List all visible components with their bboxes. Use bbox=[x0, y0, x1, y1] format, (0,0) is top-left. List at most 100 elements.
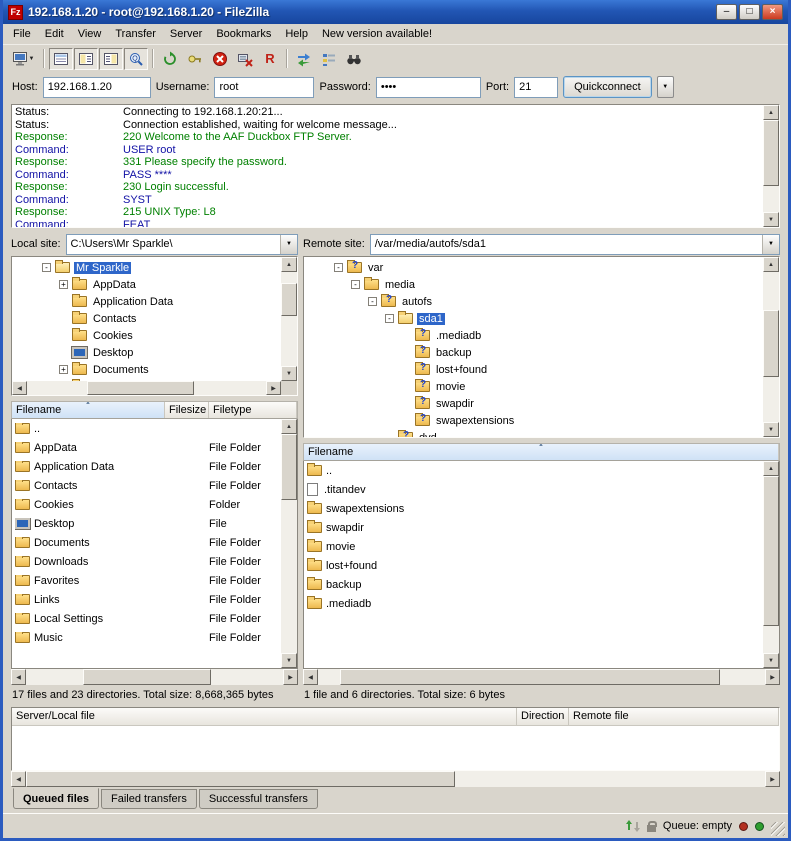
quickconnect-dropdown-button[interactable]: ▼ bbox=[657, 76, 674, 98]
scrollbar-track[interactable] bbox=[763, 272, 779, 422]
tab-successful-transfers[interactable]: Successful transfers bbox=[199, 789, 318, 809]
username-input[interactable] bbox=[214, 77, 314, 98]
menu-server[interactable]: Server bbox=[163, 25, 209, 43]
scrollbar-track[interactable] bbox=[763, 476, 779, 653]
file-row[interactable]: DocumentsFile Folder bbox=[12, 533, 281, 552]
local-list-scrollbar[interactable]: ▲ ▼ bbox=[281, 419, 297, 668]
combo-dropdown-icon[interactable]: ▼ bbox=[762, 235, 779, 254]
remote-tree-item[interactable]: .mediadb bbox=[306, 327, 763, 344]
menu-view[interactable]: View bbox=[71, 25, 109, 43]
combo-dropdown-icon[interactable]: ▼ bbox=[280, 235, 297, 254]
remote-tree-item[interactable]: swapextensions bbox=[306, 412, 763, 429]
resize-grip[interactable] bbox=[771, 822, 785, 836]
scrollbar-thumb[interactable] bbox=[281, 434, 297, 500]
reconnect-button[interactable]: R bbox=[258, 48, 282, 70]
scrollbar-thumb[interactable] bbox=[763, 120, 779, 186]
scrollbar-thumb[interactable] bbox=[763, 476, 779, 626]
port-input[interactable] bbox=[514, 77, 558, 98]
file-row[interactable]: CookiesFolder bbox=[12, 495, 281, 514]
remote-tree-item[interactable]: dvd bbox=[306, 429, 763, 437]
scroll-left-button[interactable]: ◀ bbox=[303, 669, 318, 685]
remote-tree-item[interactable]: -var bbox=[306, 259, 763, 276]
local-list-hscrollbar[interactable]: ◀ ▶ bbox=[11, 669, 298, 685]
collapse-icon[interactable]: - bbox=[368, 297, 377, 306]
scroll-left-button[interactable]: ◀ bbox=[12, 381, 27, 395]
quickconnect-button[interactable]: Quickconnect bbox=[563, 76, 652, 98]
queue-body[interactable] bbox=[12, 726, 779, 770]
expand-icon[interactable]: + bbox=[59, 365, 68, 374]
file-row[interactable]: swapextensions bbox=[304, 499, 763, 518]
scroll-down-button[interactable]: ▼ bbox=[763, 212, 779, 227]
find-files-button[interactable] bbox=[342, 48, 366, 70]
remote-list-hscrollbar[interactable]: ◀ ▶ bbox=[303, 669, 780, 685]
local-site-combobox[interactable]: C:\Users\Mr Sparkle\ ▼ bbox=[66, 234, 298, 255]
menu-edit[interactable]: Edit bbox=[38, 25, 71, 43]
menu-new-version[interactable]: New version available! bbox=[315, 25, 439, 43]
scrollbar-track[interactable] bbox=[26, 669, 283, 685]
remote-tree-item[interactable]: -media bbox=[306, 276, 763, 293]
scroll-down-button[interactable]: ▼ bbox=[281, 653, 297, 668]
file-row[interactable]: .. bbox=[304, 461, 763, 480]
scroll-left-button[interactable]: ◀ bbox=[11, 771, 26, 787]
password-input[interactable] bbox=[376, 77, 481, 98]
file-row[interactable]: .titandev bbox=[304, 480, 763, 499]
scroll-up-button[interactable]: ▲ bbox=[281, 419, 297, 434]
local-tree-item[interactable]: Cookies bbox=[14, 327, 281, 344]
scroll-right-button[interactable]: ▶ bbox=[266, 381, 281, 395]
synchronized-browsing-button[interactable] bbox=[292, 48, 316, 70]
close-button[interactable]: × bbox=[762, 4, 783, 20]
menu-help[interactable]: Help bbox=[278, 25, 315, 43]
file-row[interactable]: DesktopFile bbox=[12, 514, 281, 533]
file-row[interactable]: ContactsFile Folder bbox=[12, 476, 281, 495]
file-row[interactable]: Local SettingsFile Folder bbox=[12, 609, 281, 628]
site-manager-button[interactable]: ▼ bbox=[7, 48, 39, 70]
scrollbar-thumb[interactable] bbox=[281, 283, 297, 316]
remote-tree-item[interactable]: movie bbox=[306, 378, 763, 395]
scroll-down-button[interactable]: ▼ bbox=[763, 653, 779, 668]
file-row[interactable]: swapdir bbox=[304, 518, 763, 537]
file-row[interactable]: .. bbox=[12, 419, 281, 438]
scrollbar-track[interactable] bbox=[26, 771, 765, 787]
scrollbar-thumb[interactable] bbox=[763, 310, 779, 378]
scroll-up-button[interactable]: ▲ bbox=[763, 461, 779, 476]
toggle-message-log-button[interactable] bbox=[49, 48, 73, 70]
scrollbar-thumb[interactable] bbox=[83, 669, 212, 685]
file-row[interactable]: backup bbox=[304, 575, 763, 594]
scrollbar-track[interactable] bbox=[763, 120, 779, 212]
column-header-filetype[interactable]: Filetype bbox=[209, 402, 297, 418]
tab-failed-transfers[interactable]: Failed transfers bbox=[101, 789, 197, 809]
scroll-up-button[interactable]: ▲ bbox=[763, 105, 779, 120]
queue-hscrollbar[interactable]: ◀ ▶ bbox=[11, 771, 780, 787]
collapse-icon[interactable]: - bbox=[351, 280, 360, 289]
local-tree-item[interactable]: +Documents bbox=[14, 361, 281, 378]
file-row[interactable]: .mediadb bbox=[304, 594, 763, 613]
local-tree-hscrollbar[interactable]: ◀ ▶ bbox=[12, 381, 297, 395]
menu-file[interactable]: File bbox=[6, 25, 38, 43]
scrollbar-track[interactable] bbox=[281, 272, 297, 366]
column-header-server-local-file[interactable]: Server/Local file bbox=[12, 708, 517, 725]
local-tree-item[interactable]: Contacts bbox=[14, 310, 281, 327]
local-tree-item[interactable]: Desktop bbox=[14, 344, 281, 361]
minimize-button[interactable]: – bbox=[716, 4, 737, 20]
remote-tree-item[interactable]: swapdir bbox=[306, 395, 763, 412]
column-header-direction[interactable]: Direction bbox=[517, 708, 569, 725]
log-scrollbar[interactable]: ▲ ▼ bbox=[763, 105, 779, 227]
remote-tree-item[interactable]: backup bbox=[306, 344, 763, 361]
remote-tree-item[interactable]: -sda1 bbox=[306, 310, 763, 327]
local-tree-item[interactable]: +AppData bbox=[14, 276, 281, 293]
file-row[interactable]: MusicFile Folder bbox=[12, 628, 281, 647]
collapse-icon[interactable]: - bbox=[385, 314, 394, 323]
scrollbar-thumb[interactable] bbox=[340, 669, 720, 685]
host-input[interactable] bbox=[43, 77, 151, 98]
file-row[interactable]: Application DataFile Folder bbox=[12, 457, 281, 476]
collapse-icon[interactable]: - bbox=[334, 263, 343, 272]
menu-transfer[interactable]: Transfer bbox=[108, 25, 163, 43]
local-tree-item[interactable]: Application Data bbox=[14, 293, 281, 310]
directory-comparison-button[interactable] bbox=[317, 48, 341, 70]
column-header-filename[interactable]: ▲Filename bbox=[12, 402, 165, 418]
cancel-button[interactable] bbox=[208, 48, 232, 70]
remote-tree-item[interactable]: -autofs bbox=[306, 293, 763, 310]
scroll-down-button[interactable]: ▼ bbox=[763, 422, 779, 437]
remote-tree-item[interactable]: lost+found bbox=[306, 361, 763, 378]
tab-queued-files[interactable]: Queued files bbox=[13, 788, 99, 809]
